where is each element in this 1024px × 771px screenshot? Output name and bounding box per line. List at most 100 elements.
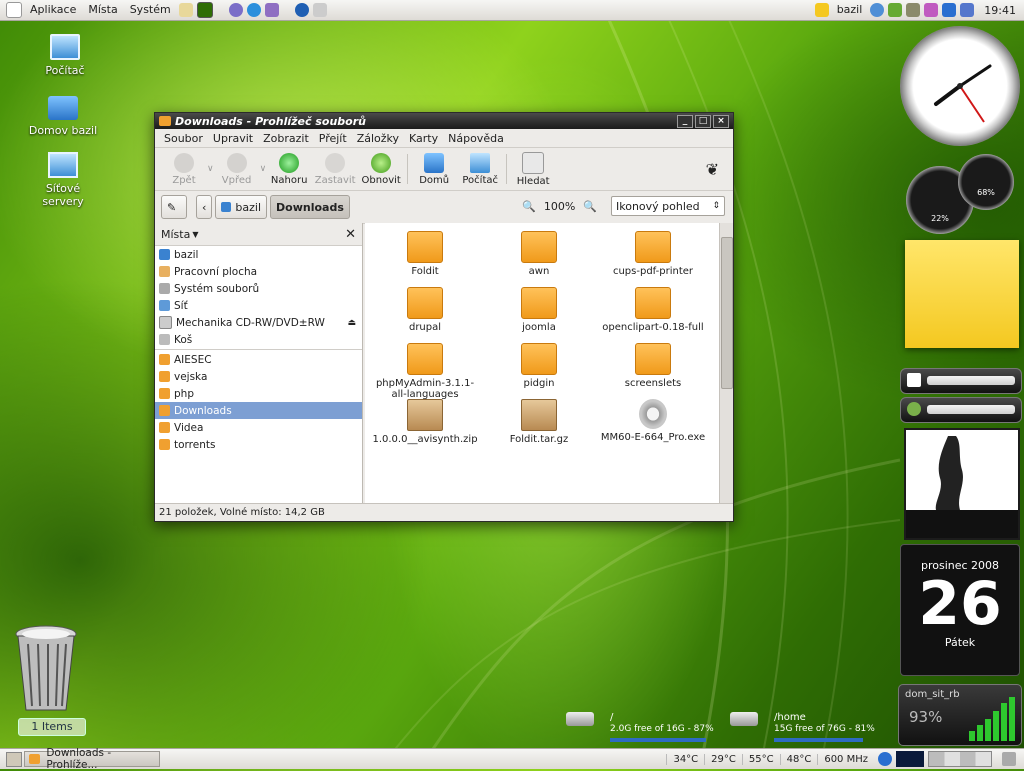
pidgin-icon[interactable] <box>228 3 243 17</box>
desktop-icon-home[interactable]: Domov bazil <box>28 96 98 137</box>
mail-client-icon[interactable] <box>312 3 327 17</box>
monitor-icon[interactable] <box>906 3 921 17</box>
desktop-icon-network[interactable]: Síťové servery <box>28 152 98 208</box>
browser-icon[interactable] <box>294 3 309 17</box>
file-item[interactable]: cups-pdf-printer <box>597 223 709 277</box>
crumb-back-arrow[interactable]: ‹ <box>196 195 213 219</box>
trash-applet-icon[interactable] <box>1002 752 1016 766</box>
menu-places[interactable]: Místa <box>82 0 123 20</box>
bluetooth-icon[interactable] <box>942 3 957 17</box>
forward-button[interactable]: Vpřed <box>214 152 260 186</box>
minimize-button[interactable]: _ <box>677 115 693 128</box>
forward-dropdown-icon[interactable]: ∨ <box>260 164 267 174</box>
web-search-widget[interactable] <box>900 397 1022 423</box>
google-icon <box>907 373 921 387</box>
file-view: Foldit awn cups-pdf-printer drupal joomla ope… <box>365 223 719 503</box>
eject-icon[interactable]: ⏏ <box>347 318 356 328</box>
notes-icon[interactable] <box>814 3 829 17</box>
network-icon[interactable] <box>870 3 885 17</box>
view-selector[interactable]: Ikonový pohled ⇕ <box>611 196 725 216</box>
signal-icon[interactable] <box>960 3 975 17</box>
taskbar-item-downloads[interactable]: Downloads - Prohlíže... <box>24 747 160 771</box>
file-item[interactable]: awn <box>483 223 595 277</box>
email-icon[interactable] <box>178 3 193 17</box>
home-icon <box>424 152 445 173</box>
globe-icon[interactable] <box>878 752 892 766</box>
sidebar-item-aiesec[interactable]: AIESEC <box>155 351 362 368</box>
sidebar-item-downloads[interactable]: Downloads <box>155 402 362 419</box>
close-button[interactable]: × <box>713 115 729 128</box>
panel-clock[interactable]: 19:41 <box>976 4 1024 17</box>
scrollbar-thumb[interactable] <box>721 237 733 389</box>
show-desktop-icon[interactable] <box>6 752 22 767</box>
search-button[interactable]: Hledat <box>510 151 556 187</box>
sidebar-item-videa[interactable]: Videa <box>155 419 362 436</box>
sidebar-item-network[interactable]: Síť <box>155 297 362 314</box>
file-item[interactable]: 1.0.0.0__avisynth.zip <box>369 391 481 445</box>
file-item[interactable]: openclipart-0.18-full <box>597 279 709 333</box>
menu-bookmarks[interactable]: Záložky <box>352 132 404 145</box>
sidebar-item-vejska[interactable]: vejska <box>155 368 362 385</box>
gnome-foot-icon[interactable] <box>6 2 22 18</box>
stop-button[interactable]: Zastavit <box>312 152 358 186</box>
toggle-location-button[interactable]: ✎ <box>161 195 187 219</box>
desktop-icon-computer[interactable]: Počítač <box>30 34 100 77</box>
crumb-home[interactable]: bazil <box>215 195 268 219</box>
maximize-button[interactable]: □ <box>695 115 711 128</box>
update-icon[interactable] <box>888 3 903 17</box>
file-item[interactable]: screenslets <box>597 335 709 389</box>
menu-file[interactable]: Soubor <box>159 132 208 145</box>
sidebar-item-trash[interactable]: Koš <box>155 331 362 348</box>
zoom-level[interactable]: 100% <box>544 200 575 213</box>
system-monitor-graph[interactable] <box>896 751 924 767</box>
file-item[interactable]: Foldit.tar.gz <box>483 391 595 445</box>
sidebar-header[interactable]: Místa ▼ ✕ <box>155 223 362 246</box>
file-item[interactable]: Foldit <box>369 223 481 277</box>
user-name[interactable]: bazil <box>831 0 869 20</box>
menu-view[interactable]: Zobrazit <box>258 132 314 145</box>
folder-icon <box>159 405 170 416</box>
file-item[interactable]: drupal <box>369 279 481 333</box>
sidebar-item-php[interactable]: php <box>155 385 362 402</box>
menu-system[interactable]: Systém <box>124 0 177 20</box>
google-search-widget[interactable] <box>900 368 1022 394</box>
file-item[interactable]: joomla <box>483 279 595 333</box>
chat-icon[interactable] <box>264 3 279 17</box>
sidebar-item-torrents[interactable]: torrents <box>155 436 362 453</box>
google-search-input[interactable] <box>927 376 1015 385</box>
menu-applications[interactable]: Aplikace <box>24 0 82 20</box>
menu-edit[interactable]: Upravit <box>208 132 258 145</box>
computer-button[interactable]: Počítač <box>457 152 503 186</box>
trash-label[interactable]: 1 Items <box>18 718 86 736</box>
chevron-down-icon: ▼ <box>192 229 199 239</box>
reload-button[interactable]: Obnovit <box>358 152 404 186</box>
home-button[interactable]: Domů <box>411 152 457 186</box>
web-search-input[interactable] <box>927 405 1015 414</box>
scrollbar[interactable] <box>719 223 733 503</box>
skype-icon[interactable] <box>246 3 261 17</box>
close-icon[interactable]: ✕ <box>345 227 356 242</box>
window-titlebar[interactable]: Downloads - Prohlížeč souborů _ □ × <box>155 113 733 129</box>
sticky-note-widget[interactable] <box>905 240 1019 348</box>
file-item[interactable]: pidgin <box>483 335 595 389</box>
crumb-downloads[interactable]: Downloads <box>270 195 350 219</box>
sidebar-item-home[interactable]: bazil <box>155 246 362 263</box>
menu-go[interactable]: Přejít <box>314 132 352 145</box>
sidebar-item-cdrom[interactable]: Mechanika CD-RW/DVD±RW ⏏ <box>155 314 362 331</box>
sidebar-item-filesystem[interactable]: Systém souborů <box>155 280 362 297</box>
file-name: openclipart-0.18-full <box>602 322 704 333</box>
zoom-out-icon[interactable]: 🔍 <box>522 200 536 213</box>
settings-icon[interactable] <box>924 3 939 17</box>
menu-help[interactable]: Nápověda <box>443 132 509 145</box>
status-bar: 21 položek, Volné místo: 14,2 GB <box>155 503 733 521</box>
menu-tabs[interactable]: Karty <box>404 132 443 145</box>
terminal-icon[interactable] <box>196 2 213 18</box>
back-button[interactable]: Zpět <box>161 152 207 186</box>
up-button[interactable]: Nahoru <box>266 152 312 186</box>
workspace-switcher[interactable] <box>928 751 992 767</box>
trash-desktop-icon[interactable] <box>14 624 78 714</box>
sidebar-item-desktop[interactable]: Pracovní plocha <box>155 263 362 280</box>
file-item[interactable]: MM60-E-664_Pro.exe <box>597 391 709 443</box>
back-dropdown-icon[interactable]: ∨ <box>207 164 214 174</box>
zoom-in-icon[interactable]: 🔍 <box>583 200 597 213</box>
